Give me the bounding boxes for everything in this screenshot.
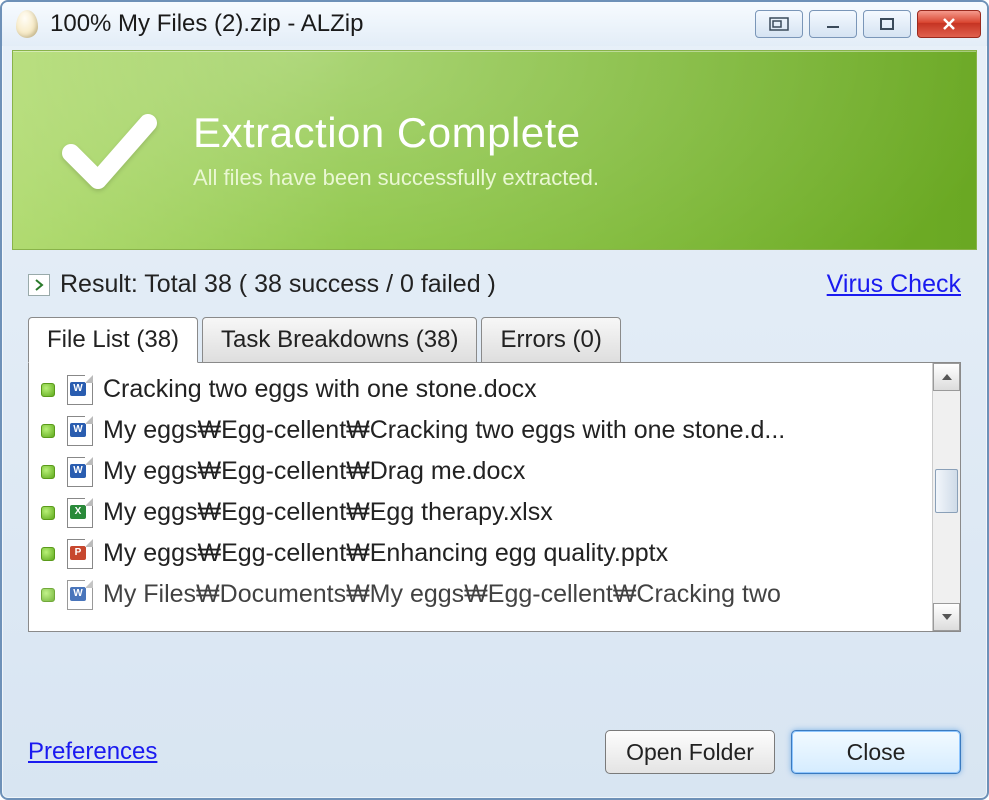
checkmark-icon xyxy=(53,95,163,205)
close-button[interactable]: Close xyxy=(791,730,961,774)
content-area: Result: Total 38 ( 38 success / 0 failed… xyxy=(2,250,987,706)
tab-file-list[interactable]: File List (38) xyxy=(28,317,198,363)
file-name: My eggs₩Egg-cellent₩Drag me.docx xyxy=(103,457,525,486)
preferences-link[interactable]: Preferences xyxy=(28,738,157,766)
result-row: Result: Total 38 ( 38 success / 0 failed… xyxy=(28,270,961,299)
status-dot-icon xyxy=(41,547,55,561)
file-list-panel: W Cracking two eggs with one stone.docx … xyxy=(28,362,961,632)
ppt-file-icon: P xyxy=(67,539,93,569)
status-dot-icon xyxy=(41,383,55,397)
virus-check-link[interactable]: Virus Check xyxy=(827,270,961,299)
list-item[interactable]: X My eggs₩Egg-cellent₩Egg therapy.xlsx xyxy=(33,492,928,533)
scroll-up-button[interactable] xyxy=(933,363,960,391)
alzip-window: 100% My Files (2).zip - ALZip Extraction… xyxy=(0,0,989,800)
minimize-button[interactable] xyxy=(809,10,857,38)
file-name: My eggs₩Egg-cellent₩Egg therapy.xlsx xyxy=(103,498,553,527)
status-dot-icon xyxy=(41,465,55,479)
window-title: 100% My Files (2).zip - ALZip xyxy=(50,10,363,38)
open-folder-button[interactable]: Open Folder xyxy=(605,730,775,774)
status-banner: Extraction Complete All files have been … xyxy=(12,50,977,250)
status-dot-icon xyxy=(41,424,55,438)
list-item[interactable]: W Cracking two eggs with one stone.docx xyxy=(33,369,928,410)
banner-subtitle: All files have been successfully extract… xyxy=(193,165,599,191)
maximize-button[interactable] xyxy=(863,10,911,38)
status-dot-icon xyxy=(41,506,55,520)
word-file-icon: W xyxy=(67,580,93,610)
scroll-down-button[interactable] xyxy=(933,603,960,631)
file-name: My eggs₩Egg-cellent₩Enhancing egg qualit… xyxy=(103,539,668,568)
expand-toggle[interactable] xyxy=(28,274,50,296)
footer: Preferences Open Folder Close xyxy=(2,706,987,798)
word-file-icon: W xyxy=(67,416,93,446)
result-summary: Result: Total 38 ( 38 success / 0 failed… xyxy=(60,270,827,299)
titlebar: 100% My Files (2).zip - ALZip xyxy=(2,2,987,46)
scroll-track[interactable] xyxy=(933,391,960,603)
tab-errors[interactable]: Errors (0) xyxy=(481,317,620,363)
word-file-icon: W xyxy=(67,375,93,405)
list-item[interactable]: P My eggs₩Egg-cellent₩Enhancing egg qual… xyxy=(33,533,928,574)
titlebar-extra-button[interactable] xyxy=(755,10,803,38)
list-item[interactable]: W My eggs₩Egg-cellent₩Drag me.docx xyxy=(33,451,928,492)
scroll-thumb[interactable] xyxy=(935,469,958,513)
file-name: My Files₩Documents₩My eggs₩Egg-cellent₩C… xyxy=(103,580,781,609)
app-egg-icon xyxy=(16,10,38,38)
close-window-button[interactable] xyxy=(917,10,981,38)
excel-file-icon: X xyxy=(67,498,93,528)
list-item[interactable]: W My eggs₩Egg-cellent₩Cracking two eggs … xyxy=(33,410,928,451)
tab-row: File List (38) Task Breakdowns (38) Erro… xyxy=(28,317,961,363)
banner-title: Extraction Complete xyxy=(193,109,599,157)
scrollbar[interactable] xyxy=(932,363,960,631)
list-item[interactable]: W My Files₩Documents₩My eggs₩Egg-cellent… xyxy=(33,574,928,615)
file-list: W Cracking two eggs with one stone.docx … xyxy=(29,363,932,631)
tab-task-breakdowns[interactable]: Task Breakdowns (38) xyxy=(202,317,477,363)
word-file-icon: W xyxy=(67,457,93,487)
file-name: My eggs₩Egg-cellent₩Cracking two eggs wi… xyxy=(103,416,785,445)
file-name: Cracking two eggs with one stone.docx xyxy=(103,375,537,404)
status-dot-icon xyxy=(41,588,55,602)
